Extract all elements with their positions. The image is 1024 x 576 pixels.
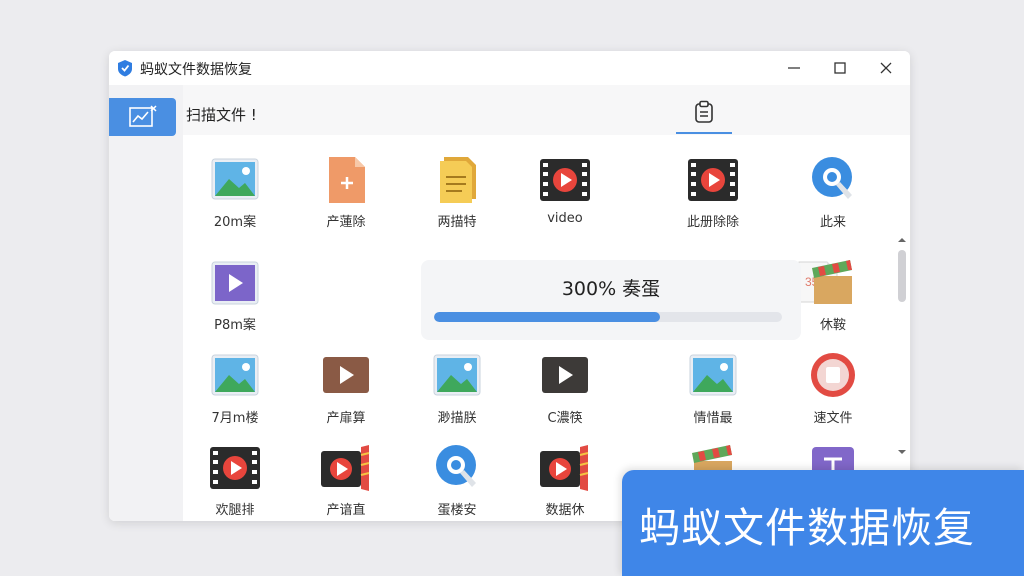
video-file-icon — [211, 261, 259, 305]
file-label: 两描特 — [437, 215, 477, 230]
film-icon — [540, 159, 590, 201]
film-icon — [210, 447, 260, 489]
window-title: 蚂蚁文件数据恢复 — [140, 62, 252, 78]
clapperboard-icon — [812, 260, 852, 304]
page-title: 扫描文件 ! — [186, 106, 257, 124]
notes-icon — [440, 157, 476, 203]
file-label: 欢腿排 — [215, 503, 255, 518]
clipboard-icon — [695, 100, 713, 123]
file-label: 数据休 — [545, 503, 585, 518]
minimize-button[interactable] — [774, 55, 814, 81]
file-label: 产蓮除 — [326, 215, 366, 230]
file-item[interactable]: 20m案 — [185, 155, 285, 245]
content-header: 扫描文件 ! — [183, 85, 910, 135]
file-label: 此册除除 — [686, 215, 739, 230]
file-item[interactable]: 数据休 — [515, 443, 615, 521]
minimize-icon — [788, 67, 800, 69]
scan-chart-icon — [128, 105, 157, 127]
image-icon — [689, 354, 737, 396]
video-file-icon — [323, 357, 369, 393]
file-item[interactable]: 速文件 — [783, 351, 883, 441]
clapper-video-icon — [321, 445, 370, 491]
progress-fill — [434, 312, 661, 322]
file-item[interactable]: 此册除除 — [663, 155, 763, 245]
maximize-icon — [834, 62, 846, 74]
file-item[interactable]: 此来 — [783, 155, 883, 245]
record-red-icon — [811, 353, 855, 397]
scroll-up-icon[interactable] — [898, 235, 906, 245]
file-label: 产扉算 — [326, 411, 366, 426]
title-bar: 蚂蚁文件数据恢复 — [109, 51, 910, 85]
image-icon — [211, 158, 259, 200]
file-item[interactable]: video — [515, 155, 615, 245]
file-grid: 20m案 产蓮除 两描特 video 此册除除 此来 P8m案 休鞍 7月m楼 … — [183, 135, 910, 521]
app-logo-icon — [118, 60, 132, 77]
tab-underline — [676, 132, 732, 134]
close-icon — [880, 62, 892, 74]
file-label: 产谙直 — [326, 503, 366, 518]
sidebar — [109, 85, 183, 521]
file-item[interactable]: C濃筷 — [515, 351, 615, 441]
file-label: video — [547, 211, 583, 226]
file-item[interactable]: 渺描朕 — [407, 351, 507, 441]
file-item[interactable]: 产扉算 — [296, 351, 396, 441]
tab-clipboard[interactable] — [676, 93, 732, 131]
file-item[interactable]: 两描特 — [407, 155, 507, 245]
progress-text: 300% 奏蛋 — [561, 278, 661, 300]
file-item[interactable]: 情惜最 — [663, 351, 763, 441]
file-label: 蛋楼安 — [437, 503, 477, 518]
progress-bar — [434, 312, 782, 322]
scroll-thumb[interactable] — [898, 250, 906, 302]
file-item[interactable]: 欢腿排 — [185, 443, 285, 521]
film-icon — [688, 159, 738, 201]
close-button[interactable] — [866, 55, 906, 81]
app-window: 蚂蚁文件数据恢复 扫描文件 ! 20m案 产蓮除 两描特 video 此册除除 … — [109, 51, 910, 521]
search-globe-icon — [812, 157, 852, 199]
clapper-video-icon — [540, 445, 589, 491]
promo-banner: 蚂蚁文件数据恢复 — [622, 470, 1024, 576]
file-label: 渺描朕 — [437, 411, 477, 426]
scroll-down-icon[interactable] — [898, 447, 906, 457]
file-item[interactable]: P8m案 — [185, 258, 285, 348]
file-label: C濃筷 — [547, 411, 583, 426]
sidebar-item-scan[interactable] — [109, 98, 176, 136]
file-label: 速文件 — [813, 411, 853, 426]
video-file-icon — [542, 357, 588, 393]
file-item[interactable]: 7月m楼 — [185, 351, 285, 441]
file-label: P8m案 — [214, 318, 256, 333]
maximize-button[interactable] — [820, 55, 860, 81]
banner-title: 蚂蚁文件数据恢复 — [639, 504, 975, 552]
scan-progress-panel: 300% 奏蛋 — [421, 260, 801, 340]
vertical-scrollbar[interactable] — [895, 235, 909, 461]
file-label: 此来 — [819, 215, 846, 230]
file-item[interactable]: 产谙直 — [296, 443, 396, 521]
file-item[interactable]: 产蓮除 — [296, 155, 396, 245]
file-item[interactable]: 蛋楼安 — [407, 443, 507, 521]
file-label: 7月m楼 — [211, 411, 259, 426]
search-globe-icon — [436, 445, 476, 487]
image-icon — [211, 354, 259, 396]
document-plus-icon — [329, 157, 365, 203]
file-label: 20m案 — [213, 215, 257, 230]
image-icon — [433, 354, 481, 396]
file-label: 情惜最 — [693, 411, 733, 426]
